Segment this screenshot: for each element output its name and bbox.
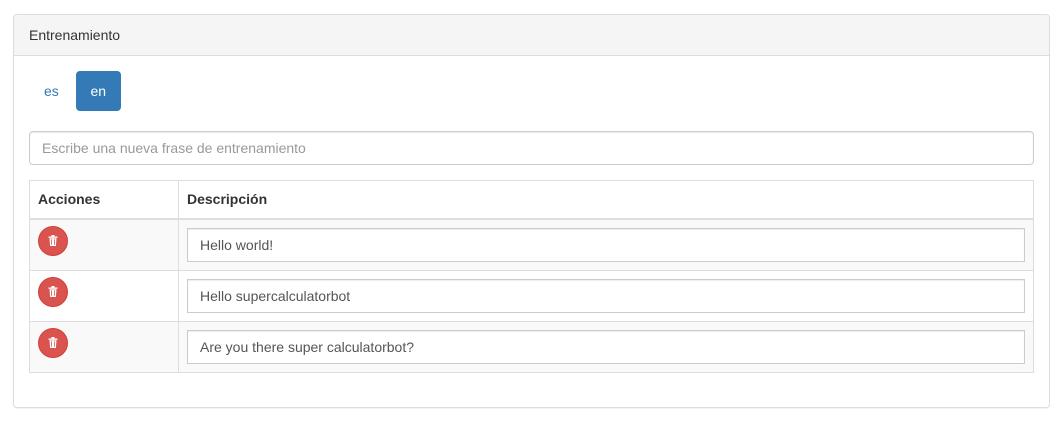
actions-cell (29, 269, 179, 322)
description-input[interactable] (187, 329, 1025, 364)
description-cell (178, 269, 1034, 322)
actions-cell (29, 320, 179, 373)
tab-language-en[interactable]: en (75, 71, 121, 111)
description-input[interactable] (187, 227, 1025, 262)
header-description: Descripción (178, 180, 1034, 220)
training-phrases-table: Acciones Descripción (29, 180, 1034, 373)
actions-cell (29, 218, 179, 271)
panel-heading: Entrenamiento (14, 15, 1049, 56)
table-row (29, 218, 1034, 271)
panel-title: Entrenamiento (29, 27, 121, 43)
panel-body: es en Acciones Descripción (14, 56, 1049, 388)
description-input[interactable] (187, 278, 1025, 313)
description-cell (178, 320, 1034, 373)
table-header-row: Acciones Descripción (29, 180, 1034, 220)
table-row (29, 320, 1034, 373)
language-tabs: es en (29, 71, 1034, 111)
trash-icon (48, 235, 58, 246)
table-row (29, 269, 1034, 322)
new-phrase-input[interactable] (29, 131, 1034, 165)
delete-button[interactable] (38, 327, 68, 358)
description-cell (178, 218, 1034, 271)
tab-language-es[interactable]: es (29, 71, 74, 111)
trash-icon (48, 286, 58, 297)
header-actions: Acciones (29, 180, 179, 220)
delete-button[interactable] (38, 225, 68, 256)
training-panel: Entrenamiento es en Acciones Descripción (13, 14, 1050, 408)
delete-button[interactable] (38, 276, 68, 307)
trash-icon (48, 337, 58, 348)
